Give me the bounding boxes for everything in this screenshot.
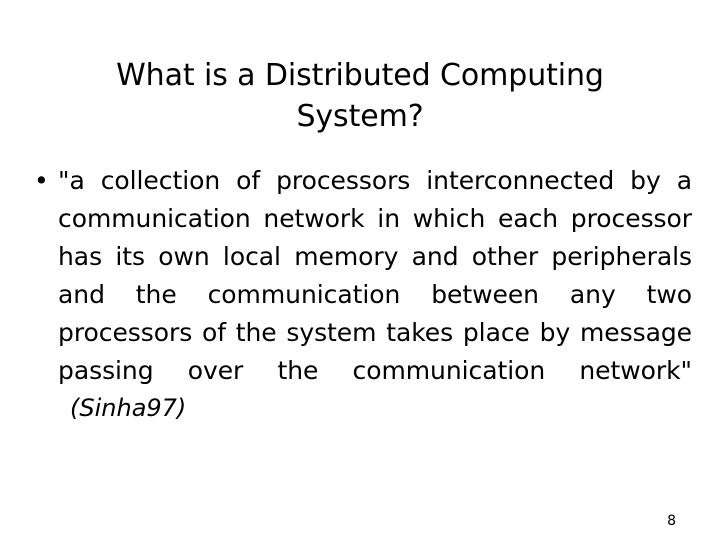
list-item: • "a collection of processors interconne… [28,162,692,426]
body-content: • "a collection of processors interconne… [28,162,692,426]
bullet-icon: • [34,166,49,195]
citation-text: (Sinha97) [70,394,187,422]
page-title: What is a Distributed Computing System? [116,58,604,134]
page-number: 8 [667,513,676,529]
slide-canvas: What is a Distributed Computing System? … [0,0,720,540]
quote-text: "a collection of processors interconnect… [58,166,692,385]
